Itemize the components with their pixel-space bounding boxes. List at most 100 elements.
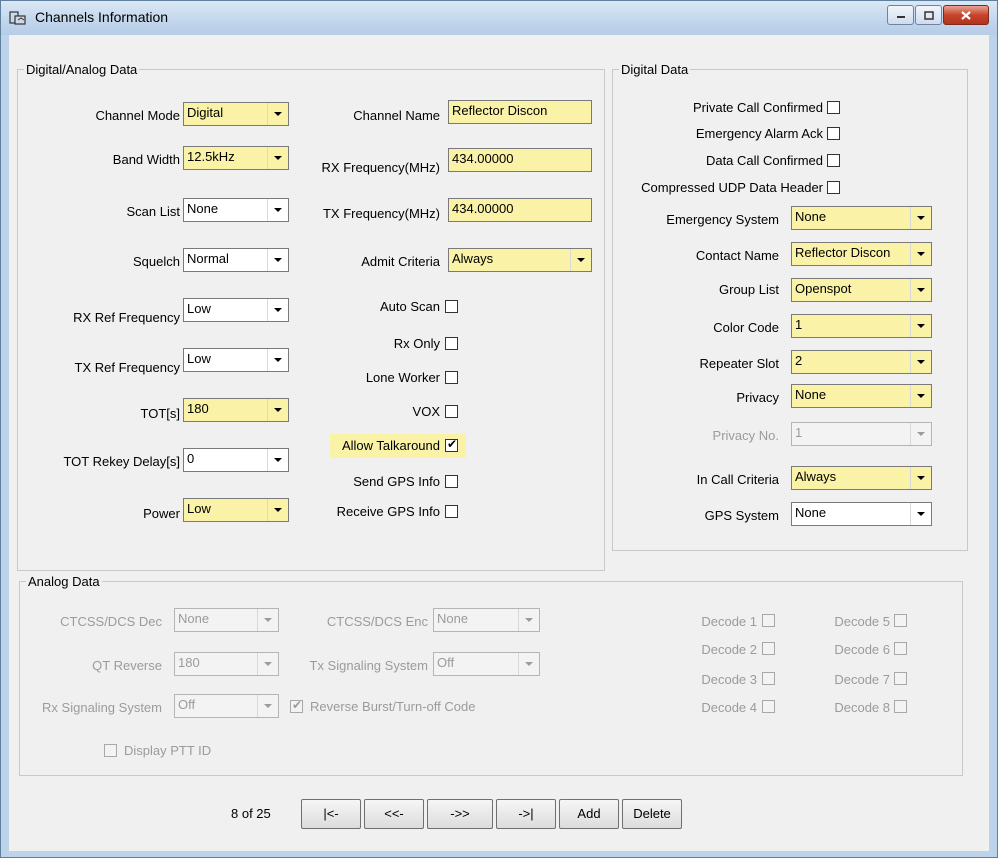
maximize-button[interactable] bbox=[915, 5, 942, 25]
rx-ref-frequency-select[interactable]: Low bbox=[183, 298, 289, 322]
rx-frequency-label: RX Frequency(MHz) bbox=[321, 160, 440, 175]
privacy-no-select: 1 bbox=[791, 422, 932, 446]
receive-gps-checkbox[interactable] bbox=[445, 505, 458, 518]
scan-list-select[interactable]: None bbox=[183, 198, 289, 222]
privacy-no-label: Privacy No. bbox=[712, 428, 779, 443]
data-call-checkbox[interactable] bbox=[827, 154, 840, 167]
allow-talkaround-checkbox[interactable]: ✔ bbox=[445, 437, 458, 452]
rx-signaling-label: Rx Signaling System bbox=[42, 700, 162, 715]
vox-checkbox[interactable] bbox=[445, 405, 458, 418]
chevron-down-icon bbox=[570, 249, 591, 271]
repeater-slot-label: Repeater Slot bbox=[699, 356, 780, 371]
emergency-system-select[interactable]: None bbox=[791, 206, 932, 230]
private-call-checkbox[interactable] bbox=[827, 101, 840, 114]
privacy-select[interactable]: None bbox=[791, 384, 932, 408]
in-call-criteria-label: In Call Criteria bbox=[696, 472, 779, 487]
vox-label: VOX bbox=[412, 404, 440, 419]
last-record-button[interactable]: ->| bbox=[496, 799, 556, 829]
chevron-down-icon bbox=[910, 243, 931, 265]
gps-system-label: GPS System bbox=[704, 508, 779, 523]
in-call-criteria-select[interactable]: Always bbox=[791, 466, 932, 490]
decode-4-label: Decode 4 bbox=[701, 700, 757, 715]
tx-ref-frequency-select[interactable]: Low bbox=[183, 348, 289, 372]
tot-select[interactable]: 180 bbox=[183, 398, 289, 422]
rx-only-label: Rx Only bbox=[393, 336, 440, 351]
qt-reverse-label: QT Reverse bbox=[92, 658, 162, 673]
channels-app-icon bbox=[9, 11, 26, 25]
channel-name-input[interactable]: Reflector Discon bbox=[448, 100, 592, 124]
color-code-select[interactable]: 1 bbox=[791, 314, 932, 338]
chevron-down-icon bbox=[257, 653, 278, 675]
rx-only-checkbox[interactable] bbox=[445, 337, 458, 350]
chevron-down-icon bbox=[910, 385, 931, 407]
receive-gps-label: Receive GPS Info bbox=[336, 504, 440, 519]
qt-reverse-select: 180 bbox=[174, 652, 279, 676]
close-button[interactable] bbox=[943, 5, 989, 25]
display-ptt-label: Display PTT ID bbox=[124, 743, 212, 758]
gps-system-select[interactable]: None bbox=[791, 502, 932, 526]
decode-2-label: Decode 2 bbox=[701, 642, 757, 657]
group-title: Digital Data bbox=[619, 62, 691, 77]
admit-criteria-select[interactable]: Always bbox=[448, 248, 592, 272]
tot-rekey-delay-label: TOT Rekey Delay[s] bbox=[63, 454, 180, 469]
first-record-button[interactable]: |<- bbox=[301, 799, 361, 829]
send-gps-checkbox[interactable] bbox=[445, 475, 458, 488]
privacy-label: Privacy bbox=[736, 390, 779, 405]
group-title: Analog Data bbox=[26, 574, 102, 589]
ctcss-dec-select: None bbox=[174, 608, 279, 632]
chevron-down-icon bbox=[518, 653, 539, 675]
auto-scan-label: Auto Scan bbox=[380, 299, 440, 314]
decode-3-checkbox bbox=[762, 672, 775, 685]
tot-rekey-delay-select[interactable]: 0 bbox=[183, 448, 289, 472]
chevron-down-icon bbox=[910, 503, 931, 525]
chevron-down-icon bbox=[267, 249, 288, 271]
power-select[interactable]: Low bbox=[183, 498, 289, 522]
decode-4-checkbox bbox=[762, 700, 775, 713]
auto-scan-checkbox[interactable] bbox=[445, 300, 458, 313]
chevron-down-icon bbox=[910, 423, 931, 445]
band-width-select[interactable]: 12.5kHz bbox=[183, 146, 289, 170]
compressed-udp-checkbox[interactable] bbox=[827, 181, 840, 194]
repeater-slot-select[interactable]: 2 bbox=[791, 350, 932, 374]
maximize-icon bbox=[923, 10, 934, 20]
reverse-burst-checkbox: ✔ bbox=[290, 698, 303, 713]
scan-list-label: Scan List bbox=[126, 204, 180, 219]
chevron-down-icon bbox=[910, 315, 931, 337]
title-bar[interactable]: Channels Information bbox=[1, 1, 997, 35]
tx-frequency-label: TX Frequency(MHz) bbox=[322, 206, 440, 221]
chevron-down-icon bbox=[267, 349, 288, 371]
next-record-button[interactable]: ->> bbox=[427, 799, 493, 829]
checkmark-icon: ✔ bbox=[292, 698, 303, 712]
chevron-down-icon bbox=[267, 199, 288, 221]
chevron-down-icon bbox=[910, 467, 931, 489]
contact-name-select[interactable]: Reflector Discon bbox=[791, 242, 932, 266]
data-call-label: Data Call Confirmed bbox=[705, 153, 823, 168]
previous-record-button[interactable]: <<- bbox=[364, 799, 424, 829]
chevron-down-icon bbox=[257, 609, 278, 631]
add-button[interactable]: Add bbox=[559, 799, 619, 829]
decode-7-checkbox bbox=[894, 672, 907, 685]
decode-8-label: Decode 8 bbox=[834, 700, 890, 715]
decode-1-checkbox bbox=[762, 614, 775, 627]
squelch-select[interactable]: Normal bbox=[183, 248, 289, 272]
chevron-down-icon bbox=[267, 499, 288, 521]
ctcss-dec-label: CTCSS/DCS Dec bbox=[60, 614, 162, 629]
chevron-down-icon bbox=[267, 103, 288, 125]
minimize-icon bbox=[896, 16, 905, 18]
delete-button[interactable]: Delete bbox=[622, 799, 682, 829]
tx-frequency-input[interactable]: 434.00000 bbox=[448, 198, 592, 222]
chevron-down-icon bbox=[267, 299, 288, 321]
channel-mode-select[interactable]: Digital bbox=[183, 102, 289, 126]
channel-mode-label: Channel Mode bbox=[95, 108, 180, 123]
minimize-button[interactable] bbox=[887, 5, 914, 25]
contact-name-label: Contact Name bbox=[695, 248, 779, 263]
lone-worker-label: Lone Worker bbox=[365, 370, 440, 385]
emergency-ack-checkbox[interactable] bbox=[827, 127, 840, 140]
ctcss-enc-select: None bbox=[433, 608, 540, 632]
rx-frequency-input[interactable]: 434.00000 bbox=[448, 148, 592, 172]
checkmark-icon: ✔ bbox=[447, 437, 458, 451]
group-list-select[interactable]: Openspot bbox=[791, 278, 932, 302]
lone-worker-checkbox[interactable] bbox=[445, 371, 458, 384]
tx-ref-frequency-label: TX Ref Frequency bbox=[74, 360, 181, 375]
color-code-label: Color Code bbox=[713, 320, 779, 335]
